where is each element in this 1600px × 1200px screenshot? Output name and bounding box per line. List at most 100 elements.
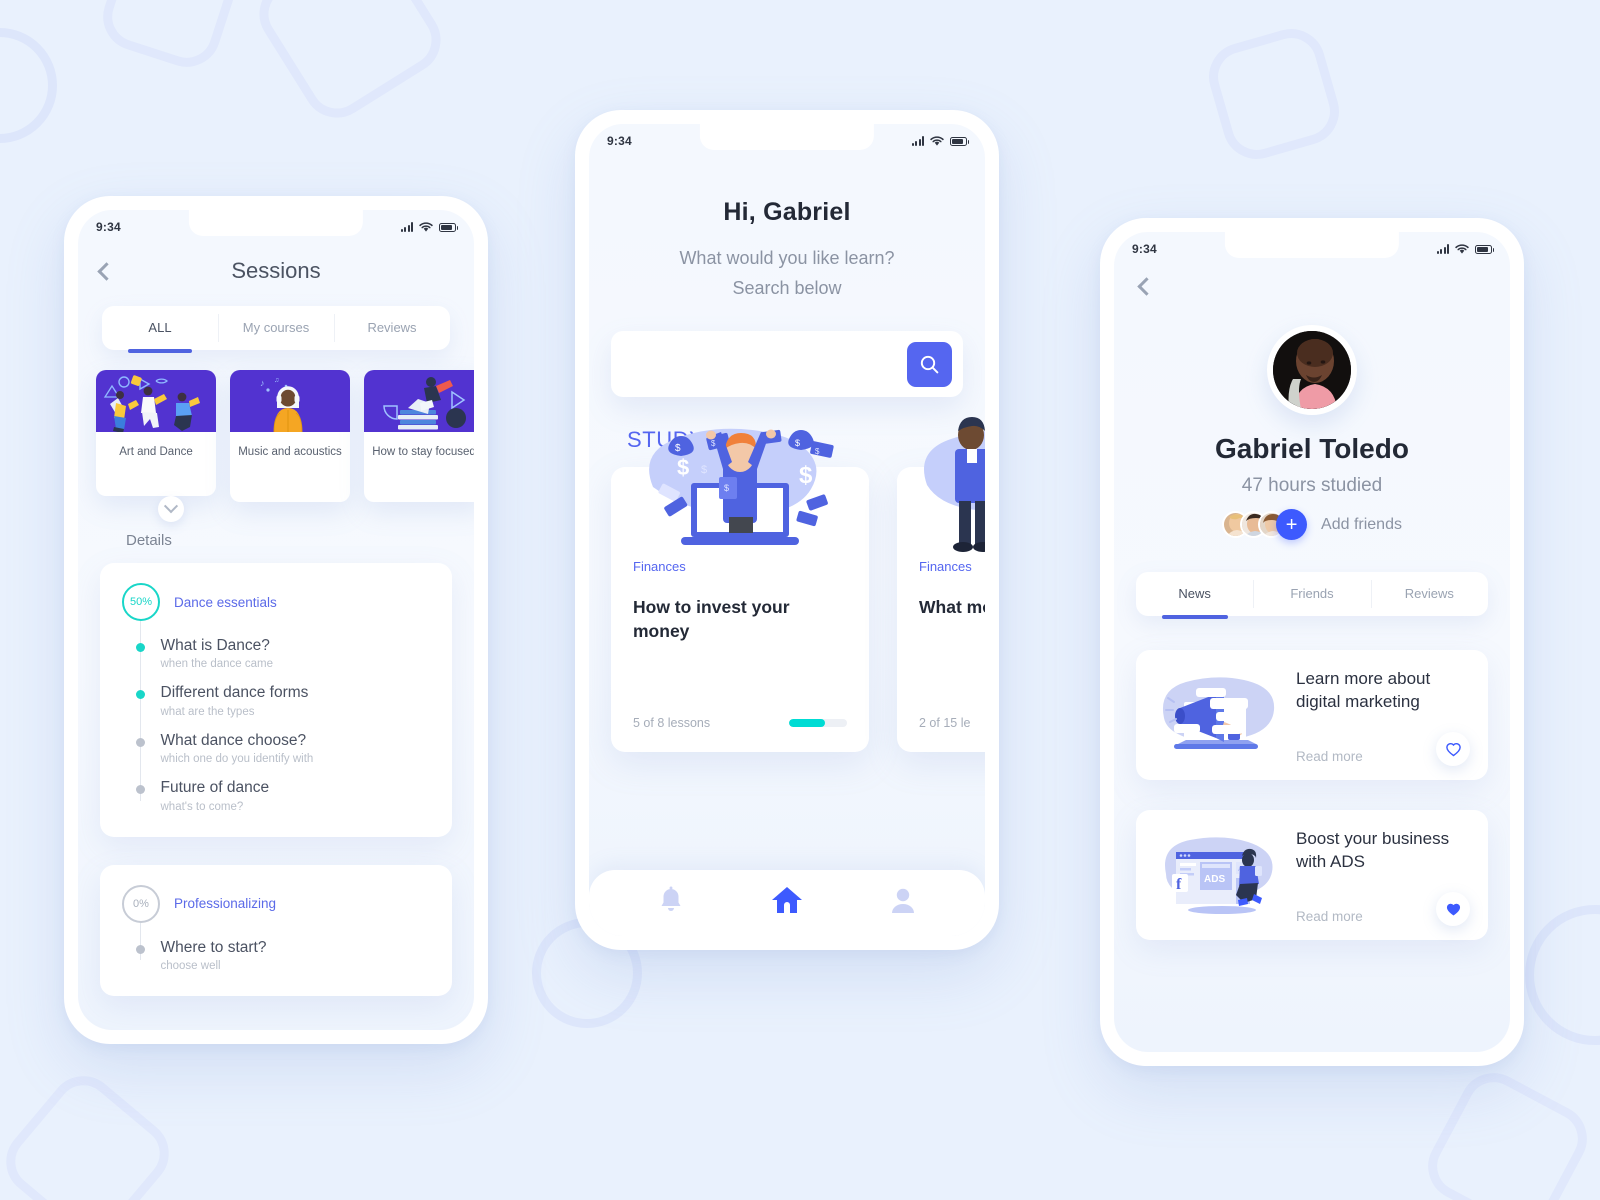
lesson-subtitle: choose well [160,959,221,972]
phone-profile: 9:34 Gabriel Toledo 47 hours studied + A… [1100,218,1524,1066]
page-title: Sessions [231,258,321,283]
study-card-title: What money [919,597,985,618]
tab-my-courses[interactable]: My courses [218,306,334,350]
man-with-money-laptop-illustration: $ $ $ $ $ $ $ $ [611,401,869,561]
status-bar: 9:34 [589,124,985,158]
lesson-title: Where to start? [160,938,267,956]
facebook-ads-illustration: ADS ADS f [1154,828,1282,924]
greeting-title: Hi, Gabriel [723,198,851,226]
lesson-title: What is Dance? [160,637,270,654]
svg-text:$: $ [701,464,707,476]
battery-icon [950,136,970,146]
wifi-icon [1455,243,1469,254]
sessions-screen: 9:34 Sessions ALL My courses Reviews Art… [78,210,474,1030]
status-icons [400,221,459,233]
tab-news[interactable]: News [1136,572,1253,619]
bell-icon[interactable] [658,886,684,914]
svg-text:♫: ♫ [274,377,279,384]
progress-bar [789,719,847,728]
svg-text:$: $ [724,483,729,493]
reading-on-books-illustration [364,370,474,432]
phone-home: 9:34 Hi, Gabriel What would you like lea… [575,110,999,950]
study-card-invest[interactable]: $ $ $ $ $ $ $ $ Finances How to invest y… [611,428,869,753]
list-item[interactable]: What is Dance? when the dance came [122,625,430,672]
lesson-list: Where to start? choose well [122,920,430,974]
lesson-status-dot [135,643,145,652]
profile-name: Gabriel Toledo [1215,433,1409,464]
deco-square-top-center [94,0,246,76]
lesson-subtitle: what's to come? [160,800,244,813]
profile-tabbar: News Friends Reviews [1136,572,1488,619]
status-icons [911,135,970,147]
tab-reviews[interactable]: Reviews [1370,572,1488,616]
greeting-subtitle-line1: What would you like learn? [679,248,895,268]
course-card-label: How to stay focused [372,446,474,458]
sessions-tabbar: ALL My courses Reviews [102,306,450,353]
news-card-digital-marketing[interactable]: Learn more about digital marketing Read … [1136,650,1488,780]
module-header: 50% Dance essentials [122,583,430,621]
like-button[interactable] [1436,892,1470,926]
avatar [1267,325,1357,415]
greeting-subtitle-line2: Search below [732,278,842,299]
deco-square-bottom-left [0,1062,183,1200]
deco-square-top-right-b [1201,21,1347,167]
search-bar[interactable] [611,331,963,398]
module-card-dance-essentials: 50% Dance essentials What is Dance? when… [100,563,452,837]
lesson-status-dot [135,737,145,747]
bottom-navigation [589,870,985,936]
lesson-title: What dance choose? [160,731,307,749]
status-bar: 9:34 [78,210,474,244]
svg-text:♪: ♪ [260,378,265,388]
course-card-music[interactable]: ♪ ♫ Music and acoustics [230,370,350,502]
notch [188,210,364,236]
status-bar: 9:34 [1114,232,1510,266]
news-title: Learn more about digital marketing [1296,669,1431,711]
study-card-what-money[interactable]: Finances What money 2 of 15 le [897,417,985,753]
add-friends-label[interactable]: Add friends [1321,516,1402,534]
status-icons [1436,243,1495,255]
headphones-person-illustration: ♪ ♫ [230,370,350,432]
notch [699,124,875,150]
study-card-lessons: 2 of 15 le [919,716,971,731]
home-icon[interactable] [771,885,803,915]
course-carousel[interactable]: Art and Dance ♪ ♫ Music and acoustics Ho… [78,370,474,502]
deco-ring-bottom-right [1525,905,1600,1045]
app-showcase-canvas: 9:34 Sessions ALL My courses Reviews Art… [0,0,1600,1200]
tab-all[interactable]: ALL [102,306,218,353]
studying-carousel[interactable]: $ $ $ $ $ $ $ $ Finances How to invest y… [589,417,985,767]
phone-sessions: 9:34 Sessions ALL My courses Reviews Art… [64,196,488,1044]
back-chevron-icon[interactable] [1137,277,1156,296]
module-name[interactable]: Professionalizing [174,896,276,911]
deco-ring-top-left [0,28,57,143]
module-header: 0% Professionalizing [122,884,430,923]
svg-text:f: f [1176,876,1182,893]
list-item[interactable]: Where to start? choose well [122,927,430,974]
like-button[interactable] [1436,732,1470,766]
search-button[interactable] [907,341,952,387]
lesson-status-dot [135,944,145,954]
study-card-category: Finances [919,559,972,575]
course-card-label: Art and Dance [119,446,193,458]
course-card-label: Music and acoustics [238,446,342,458]
home-screen: 9:34 Hi, Gabriel What would you like lea… [589,124,985,936]
add-friends-row[interactable]: + Add friends [1114,509,1510,540]
course-card-art-dance[interactable]: Art and Dance [96,370,216,496]
news-card-ads[interactable]: ADS ADS f [1136,810,1488,940]
course-card-focus[interactable]: How to stay focused [364,370,474,502]
list-item[interactable]: What dance choose? which one do you iden… [122,720,430,767]
man-holding-card-illustration [897,401,985,561]
person-icon[interactable] [890,886,916,914]
svg-text:$: $ [795,438,800,448]
study-card-title: How to invest your money [633,597,790,641]
svg-text:ADS: ADS [1204,874,1225,885]
tab-friends[interactable]: Friends [1253,572,1370,616]
battery-icon [1475,244,1495,254]
search-input[interactable] [611,331,907,398]
list-item[interactable]: Different dance forms what are the types [122,672,430,719]
plus-icon[interactable]: + [1276,509,1308,540]
chevron-down-icon[interactable] [158,496,184,522]
tab-reviews[interactable]: Reviews [334,306,450,350]
list-item[interactable]: Future of dance what's to come? [122,767,430,814]
details-label: Details [126,532,172,549]
module-name[interactable]: Dance essentials [174,595,277,610]
